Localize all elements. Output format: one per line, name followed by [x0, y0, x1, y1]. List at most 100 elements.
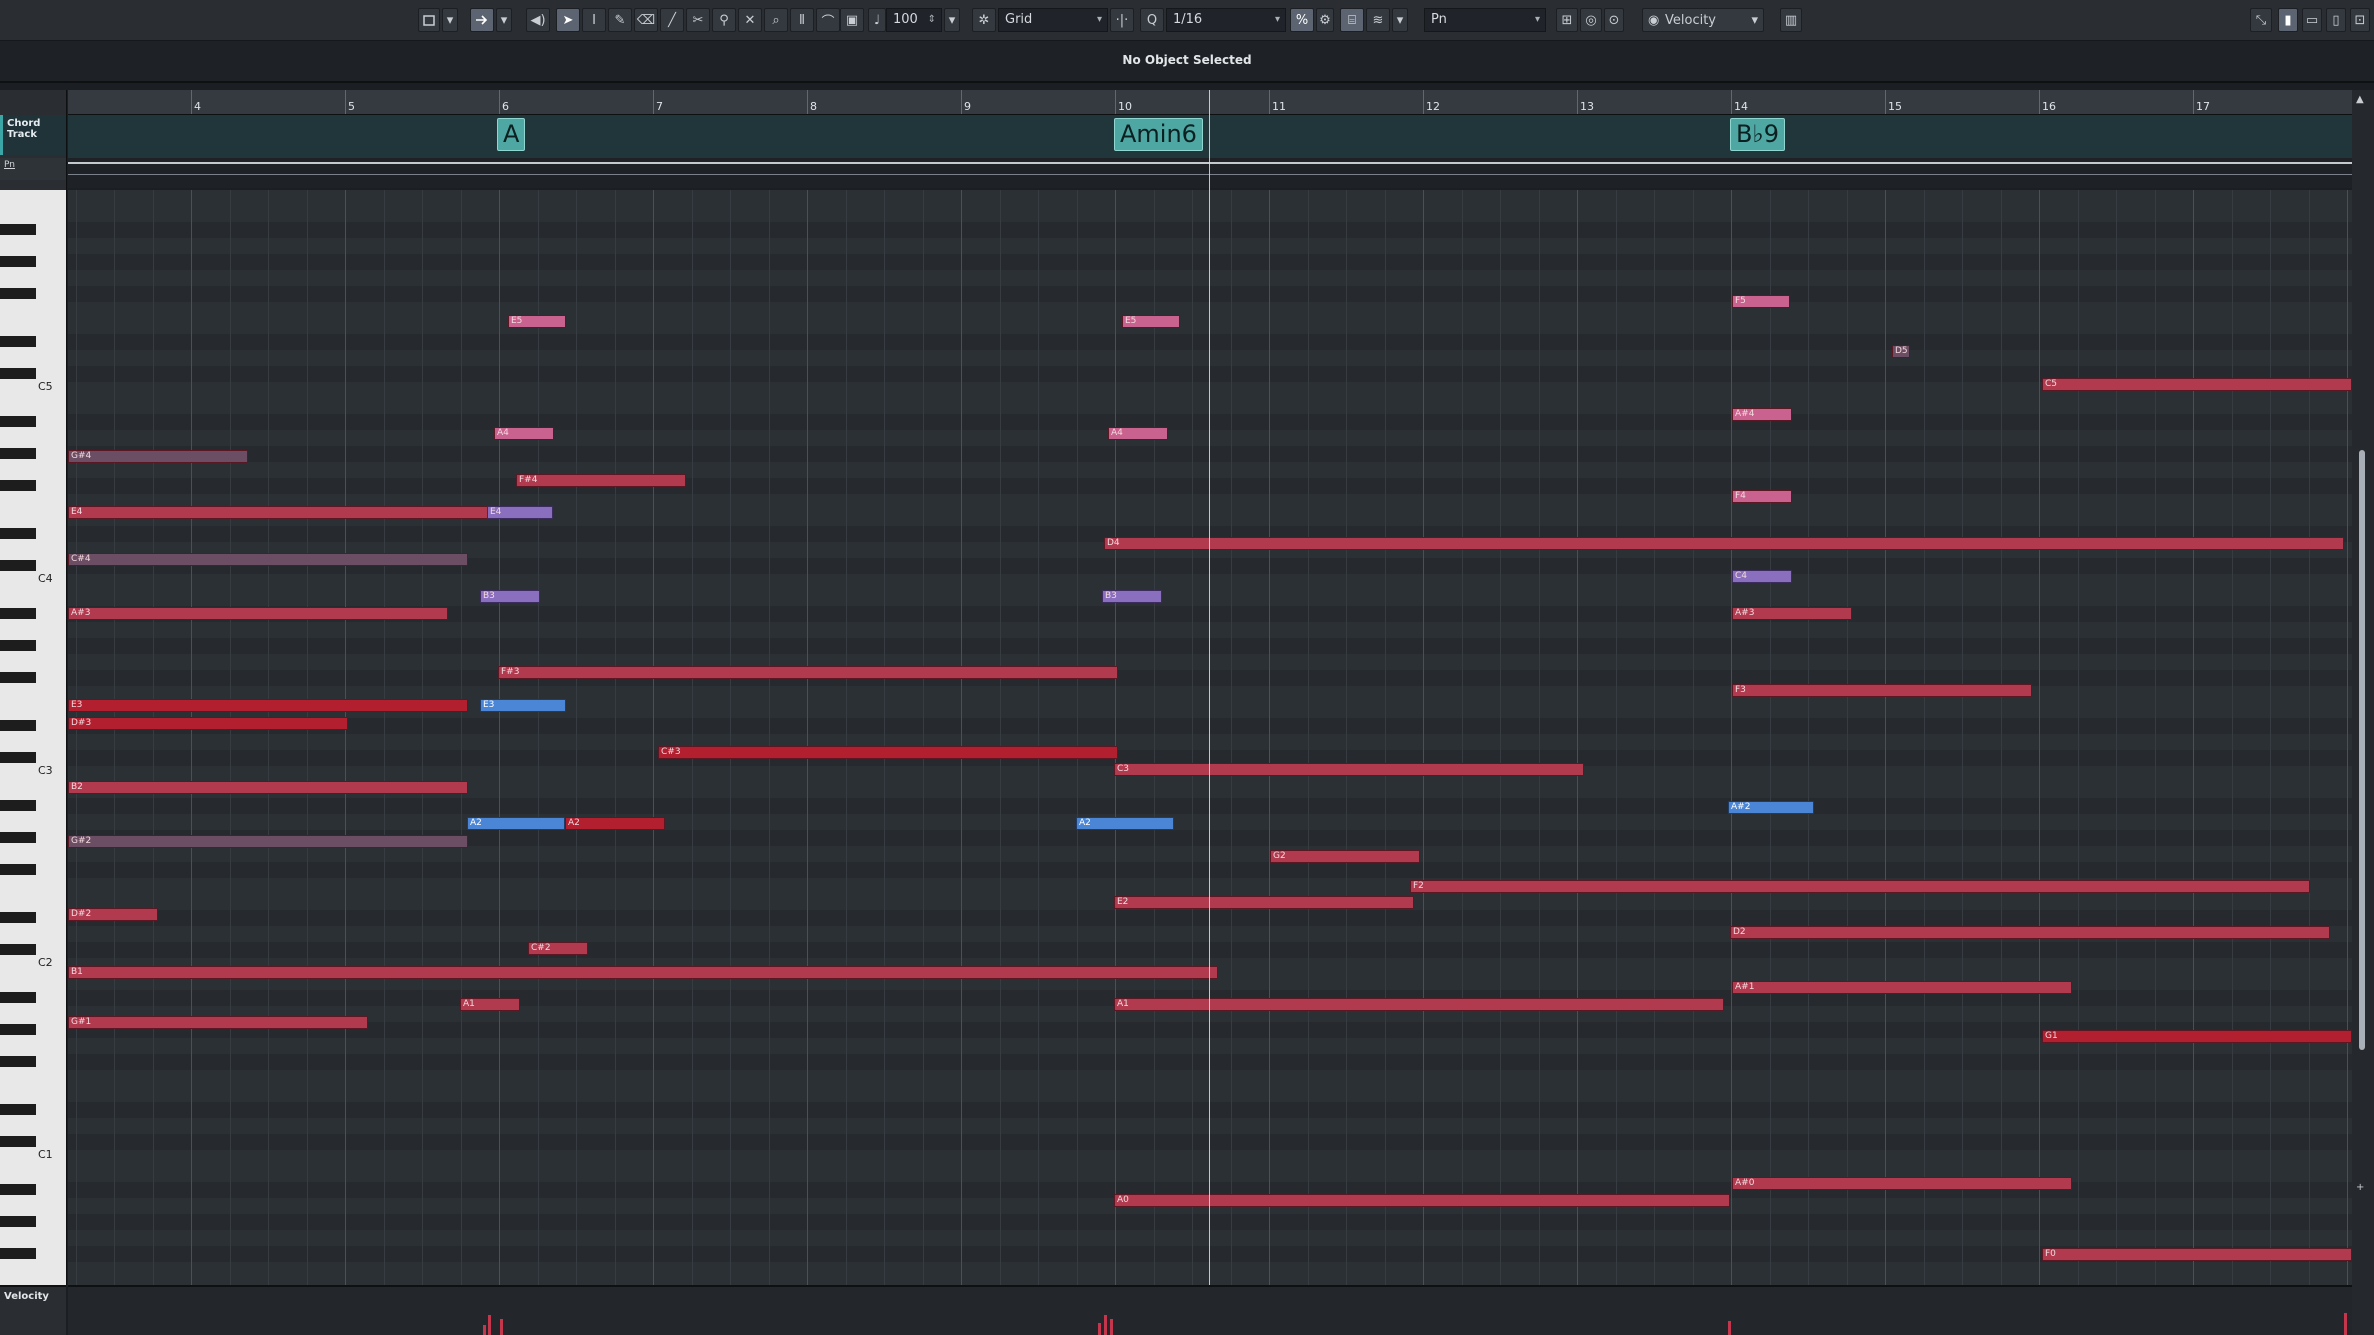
chevron-down-icon[interactable]: ▾: [496, 8, 512, 32]
controller-lane-select[interactable]: ◉ Velocity ▾: [1642, 8, 1764, 32]
black-key[interactable]: [0, 720, 36, 731]
black-key[interactable]: [0, 528, 36, 539]
midi-note[interactable]: G#2: [68, 835, 468, 848]
chevron-down-icon[interactable]: ▾: [1392, 8, 1408, 32]
snap-type-select[interactable]: Grid ▾: [998, 8, 1108, 32]
midi-note[interactable]: E5: [508, 315, 566, 328]
midi-note[interactable]: F5: [1732, 295, 1790, 308]
midi-note[interactable]: B1: [68, 966, 1218, 979]
window-layout-icon[interactable]: ⊡: [2350, 8, 2370, 32]
velocity-bar[interactable]: [500, 1319, 503, 1335]
timewarp-icon[interactable]: ▣: [840, 8, 864, 32]
black-key[interactable]: [0, 832, 36, 843]
midi-note[interactable]: C5: [2042, 378, 2352, 391]
midi-note[interactable]: C4: [1732, 570, 1792, 583]
midi-note[interactable]: C#2: [528, 942, 588, 955]
velocity-lane-header[interactable]: Velocity: [0, 1285, 66, 1335]
velocity-bar[interactable]: [1098, 1323, 1101, 1335]
midi-note[interactable]: C3: [1114, 763, 1584, 776]
black-key[interactable]: [0, 336, 36, 347]
solo-editor-icon[interactable]: [418, 8, 440, 32]
midi-note[interactable]: C#3: [658, 746, 1118, 759]
split-tool-icon[interactable]: ✂: [686, 8, 710, 32]
draw-tool-icon[interactable]: ✎: [608, 8, 632, 32]
chord-track-lane[interactable]: A Amin6 B♭9: [68, 115, 2352, 158]
chord-track-header[interactable]: Chord Track: [0, 115, 66, 155]
chord-event[interactable]: A: [497, 118, 526, 151]
midi-note[interactable]: F0: [2042, 1248, 2352, 1261]
instrument-track-header[interactable]: Pn: [0, 158, 66, 180]
monitor-icon[interactable]: ◎: [1580, 8, 1602, 32]
black-key[interactable]: [0, 288, 36, 299]
midi-note[interactable]: A4: [1108, 427, 1168, 440]
midi-note[interactable]: A2: [565, 817, 665, 830]
midi-note[interactable]: G1: [2042, 1030, 2352, 1043]
velocity-bar[interactable]: [1728, 1321, 1731, 1335]
midi-note[interactable]: D2: [1730, 926, 2330, 939]
insert-velocity-icon[interactable]: ♩: [868, 8, 886, 32]
midi-note[interactable]: A#3: [1732, 607, 1852, 620]
black-key[interactable]: [0, 416, 36, 427]
ruler[interactable]: 4 5 6 7 8 9 10 11 12 13 14 15 16 17: [68, 90, 2352, 115]
quantize-preset-select[interactable]: 1/16 ▾: [1166, 8, 1286, 32]
black-key[interactable]: [0, 560, 36, 571]
chord-event[interactable]: Amin6: [1114, 118, 1203, 151]
line-tool-icon[interactable]: ╱: [660, 8, 684, 32]
midi-note[interactable]: C#4: [68, 553, 468, 566]
midi-note[interactable]: G#1: [68, 1016, 368, 1029]
black-key[interactable]: [0, 608, 36, 619]
iterative-quantize-icon[interactable]: %: [1290, 8, 1314, 32]
vertical-scrollbar[interactable]: ▲ +: [2352, 90, 2374, 1335]
black-key[interactable]: [0, 752, 36, 763]
black-key[interactable]: [0, 448, 36, 459]
midi-note[interactable]: E3: [480, 699, 566, 712]
velocity-bar[interactable]: [2344, 1313, 2347, 1335]
project-cursor[interactable]: [1209, 90, 1210, 1285]
black-key[interactable]: [0, 1104, 36, 1115]
midi-note[interactable]: F3: [1732, 684, 2032, 697]
erase-tool-icon[interactable]: ⌫: [634, 8, 658, 32]
midi-note[interactable]: A0: [1114, 1194, 1730, 1207]
record-icon[interactable]: ⊙: [1604, 8, 1624, 32]
midi-note[interactable]: E3: [68, 699, 468, 712]
zoom-in-icon[interactable]: +: [2356, 1182, 2364, 1193]
current-track-select[interactable]: Pn ▾: [1424, 8, 1546, 32]
midi-note[interactable]: A2: [467, 817, 565, 830]
chord-assistant-icon[interactable]: ⊞: [1556, 8, 1578, 32]
black-key[interactable]: [0, 480, 36, 491]
midi-note[interactable]: A1: [1114, 998, 1724, 1011]
snap-to-zero-icon[interactable]: ·|·: [1110, 8, 1134, 32]
midi-note[interactable]: A1: [460, 998, 520, 1011]
black-key[interactable]: [0, 1136, 36, 1147]
midi-note[interactable]: A#0: [1732, 1177, 2072, 1190]
midi-note[interactable]: B3: [480, 590, 540, 603]
black-key[interactable]: [0, 368, 36, 379]
chevron-down-icon[interactable]: ▾: [442, 8, 458, 32]
black-key[interactable]: [0, 992, 36, 1003]
set-up-window-icon[interactable]: ⤡: [2250, 8, 2272, 32]
insert-velocity-field[interactable]: 100 ⇕: [886, 8, 942, 32]
velocity-bar[interactable]: [483, 1325, 486, 1335]
midi-note[interactable]: D#2: [68, 908, 158, 921]
range-tool-icon[interactable]: I: [582, 8, 606, 32]
midi-note[interactable]: A#3: [68, 607, 448, 620]
glue-tool-icon[interactable]: ⚲: [712, 8, 736, 32]
mute-tool-icon[interactable]: ✕: [738, 8, 762, 32]
midi-note[interactable]: E5: [1122, 315, 1180, 328]
midi-note[interactable]: D4: [1104, 537, 2344, 550]
black-key[interactable]: [0, 1056, 36, 1067]
midi-note[interactable]: A#2: [1728, 801, 1814, 814]
acoustic-feedback-icon[interactable]: ◀): [526, 8, 550, 32]
quantize-settings-icon[interactable]: ⚙: [1316, 8, 1334, 32]
midi-note[interactable]: F#3: [498, 666, 1118, 679]
midi-note[interactable]: E2: [1114, 896, 1414, 909]
midi-note[interactable]: F4: [1732, 490, 1792, 503]
midi-note[interactable]: B3: [1102, 590, 1162, 603]
midi-note[interactable]: F2: [1410, 880, 2310, 893]
black-key[interactable]: [0, 1248, 36, 1259]
midi-note[interactable]: E4: [68, 506, 488, 519]
velocity-bar[interactable]: [1110, 1319, 1113, 1335]
black-key[interactable]: [0, 224, 36, 235]
midi-note[interactable]: E4: [487, 506, 553, 519]
snap-icon[interactable]: ✲: [972, 8, 996, 32]
